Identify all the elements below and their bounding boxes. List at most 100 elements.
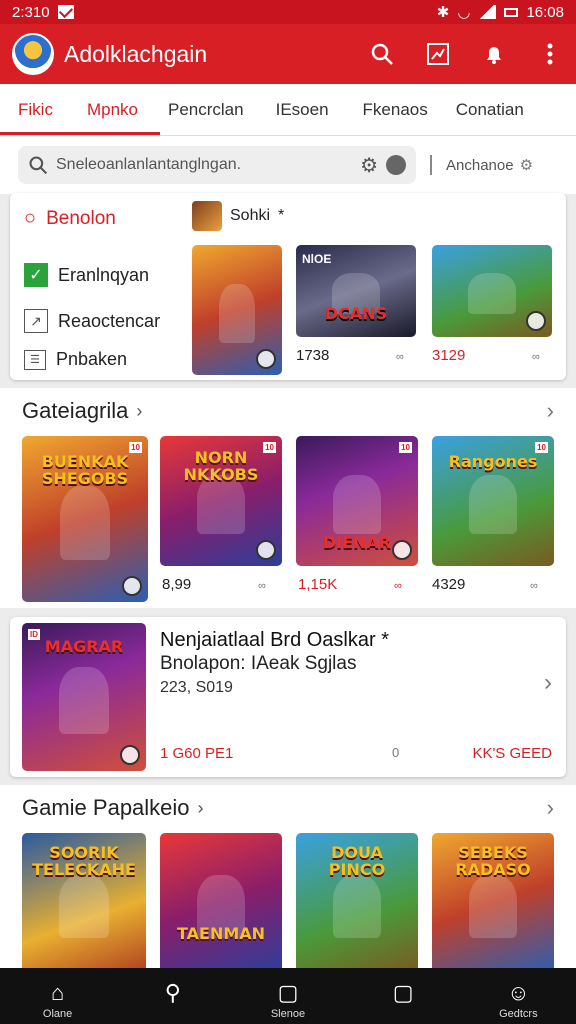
filter-option-2[interactable]: ↗ Reaoctencar bbox=[24, 309, 160, 333]
play-icon[interactable] bbox=[120, 745, 140, 765]
nav-search[interactable]: ⚲ bbox=[123, 978, 223, 1022]
tile-title: NORN NKKOBS bbox=[183, 448, 259, 484]
stat: ∞ bbox=[394, 580, 402, 592]
table-icon: ☰ bbox=[24, 349, 46, 370]
game-tile[interactable]: NlOE DCANS bbox=[296, 245, 416, 337]
chevron-right-icon[interactable]: › bbox=[544, 669, 552, 697]
tab-6[interactable]: Conatian bbox=[444, 84, 536, 136]
user-icon: ☺ bbox=[507, 980, 530, 1005]
price: 1,15K bbox=[298, 576, 338, 593]
featured-price: 1 G60 PE1 bbox=[160, 745, 234, 762]
tile-tag: 10 bbox=[129, 442, 142, 453]
app-bar: Adolklachgain bbox=[0, 24, 576, 84]
game-tile[interactable]: SOORIK TELECKAHE bbox=[22, 833, 146, 973]
app-title: Adolklachgain bbox=[64, 40, 208, 67]
status-bar: 2:310 ✱ ◡ 16:08 bbox=[0, 0, 576, 24]
home-icon: ⌂ bbox=[50, 980, 65, 1005]
filter-option-label: Reaoctencar bbox=[58, 310, 161, 331]
stat: ∞ bbox=[396, 351, 404, 363]
trend-icon: ↗ bbox=[24, 309, 48, 333]
search-row: Sneleoanlanlantanglngan. ⚙ Anchanoe ⚙ bbox=[0, 136, 576, 194]
tab-1[interactable]: Fikic bbox=[0, 84, 71, 136]
filter-title: Benolon bbox=[46, 207, 116, 229]
play-icon[interactable] bbox=[256, 540, 276, 560]
app-logo bbox=[12, 33, 54, 75]
nav-home[interactable]: ⌂ Olane bbox=[8, 978, 108, 1022]
wifi-icon: ◡ bbox=[457, 4, 471, 21]
chevron-right-icon[interactable]: › bbox=[547, 795, 554, 821]
anchor-filter[interactable]: Anchanoe ⚙ bbox=[446, 156, 533, 175]
chart-icon[interactable] bbox=[424, 40, 452, 68]
price: 1738 bbox=[296, 347, 330, 364]
stat: ∞ bbox=[530, 580, 538, 592]
filter-title-row[interactable]: ○ Benolon bbox=[24, 207, 116, 230]
filter-option-label: Eranlnqyan bbox=[58, 264, 150, 285]
bluetooth-icon: ✱ bbox=[436, 4, 450, 21]
search-input[interactable]: Sneleoanlanlantanglngan. ⚙ bbox=[18, 146, 416, 184]
character-art bbox=[59, 667, 109, 734]
section-title-text: Gateiagrila bbox=[22, 398, 129, 423]
nav-store[interactable]: ▢ Slenoe bbox=[238, 978, 338, 1022]
featured-count: 0 bbox=[392, 745, 400, 760]
stat: ∞ bbox=[258, 580, 266, 592]
play-icon[interactable] bbox=[122, 576, 142, 596]
emoji-icon[interactable] bbox=[386, 155, 406, 175]
game-tile[interactable]: SEBEKS RADASO bbox=[432, 833, 554, 973]
game-tile[interactable]: 10 Rangones bbox=[432, 436, 554, 566]
play-icon[interactable] bbox=[256, 349, 276, 369]
game-tile[interactable]: TAENMAN bbox=[160, 833, 282, 973]
tab-2[interactable]: Mpnko bbox=[71, 84, 154, 136]
square-icon: ▢ bbox=[392, 980, 414, 1005]
tab-3[interactable]: Pencrclan bbox=[154, 84, 258, 136]
tab-4[interactable]: IEsoen bbox=[258, 84, 347, 136]
character-art bbox=[468, 475, 518, 534]
battery-icon bbox=[504, 7, 519, 17]
featured-tile[interactable]: ID MAGRAR bbox=[22, 623, 146, 771]
section-categories: Gateiagrila › › 10 BUENKAK SHEGOBS 10 NO… bbox=[0, 388, 576, 608]
play-icon[interactable] bbox=[392, 540, 412, 560]
filter-option-3[interactable]: ☰ Pnbaken bbox=[24, 349, 127, 370]
search-icon: ⚲ bbox=[164, 980, 181, 1005]
tab-indicator bbox=[0, 132, 160, 135]
game-tile[interactable]: DOUA PINCO bbox=[296, 833, 418, 973]
tile-tag: 10 bbox=[535, 442, 548, 453]
sheet-label: Sohki bbox=[230, 207, 271, 224]
price: 4329 bbox=[432, 576, 466, 593]
featured-card[interactable]: ID MAGRAR Nenjaiatlaal Brd Oaslkar * Bno… bbox=[10, 617, 566, 777]
featured-meta: 223, S019 bbox=[160, 679, 233, 696]
search-placeholder: Sneleoanlanlantanglngan. bbox=[56, 156, 242, 173]
nav-profile[interactable]: ☺ Gedtcrs bbox=[468, 978, 568, 1022]
mail-icon bbox=[57, 5, 74, 19]
sheet-header[interactable]: Sohki * bbox=[192, 201, 284, 231]
signal-icon bbox=[478, 5, 497, 19]
section-title-text: Gamie Papalkeio bbox=[22, 795, 190, 820]
chevron-right-icon[interactable]: › bbox=[547, 398, 554, 424]
tile-title: MAGRAR bbox=[44, 637, 124, 656]
price: 8,99 bbox=[162, 576, 192, 593]
search-icon[interactable] bbox=[368, 40, 396, 68]
play-icon[interactable] bbox=[526, 311, 546, 331]
filter-option-1[interactable]: ✓ Eranlnqyan bbox=[24, 263, 149, 287]
game-tile[interactable] bbox=[432, 245, 552, 337]
section-title[interactable]: Gamie Papalkeio › bbox=[22, 795, 204, 821]
game-tile[interactable] bbox=[192, 245, 282, 375]
tile-title: DOUA PINCO bbox=[328, 843, 386, 879]
game-tile[interactable]: 10 BUENKAK SHEGOBS bbox=[22, 436, 148, 602]
game-tile[interactable]: 10 NORN NKKOBS bbox=[160, 436, 282, 566]
chevron-right-icon: › bbox=[197, 797, 204, 818]
bottom-nav: ⌂ Olane ⚲ ▢ Slenoe ▢ ☺ Gedtcrs bbox=[0, 968, 576, 1024]
more-options-icon[interactable] bbox=[536, 40, 564, 68]
filter-card: ○ Benolon Sohki * ✓ Eranlnqyan ↗ Reaocten… bbox=[10, 193, 566, 380]
status-clock: 16:08 bbox=[526, 3, 564, 21]
tab-5[interactable]: Fkenaos bbox=[347, 84, 444, 136]
settings-icon[interactable]: ⚙ bbox=[360, 153, 378, 178]
check-icon[interactable]: ✓ bbox=[24, 263, 48, 287]
section-title[interactable]: Gateiagrila › bbox=[22, 398, 142, 424]
tile-tag: 10 bbox=[399, 442, 412, 453]
bell-icon[interactable] bbox=[480, 40, 508, 68]
tile-title: DCANS bbox=[324, 304, 388, 324]
game-tile[interactable]: 10 DIENAR bbox=[296, 436, 418, 566]
search-icon: ○ bbox=[24, 207, 37, 229]
nav-library[interactable]: ▢ bbox=[353, 978, 453, 1022]
store-icon: ▢ bbox=[277, 980, 299, 1005]
